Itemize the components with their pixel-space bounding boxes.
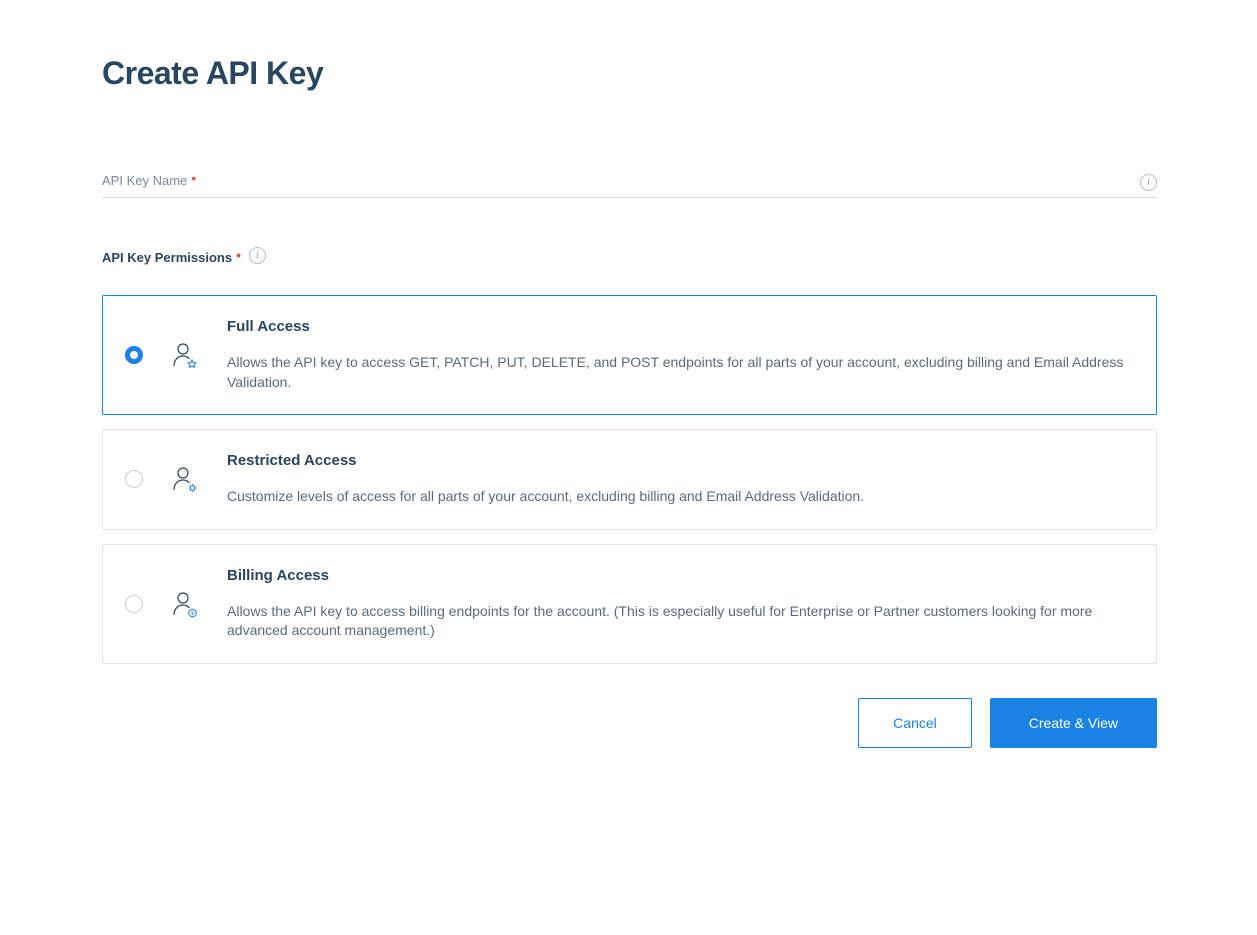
api-key-name-label: API Key Name•: [102, 172, 196, 188]
button-row: Cancel Create & View: [102, 698, 1157, 748]
cancel-button[interactable]: Cancel: [858, 698, 972, 748]
info-icon[interactable]: i: [1140, 174, 1157, 191]
permissions-label-row: API Key Permissions• i: [102, 248, 1157, 265]
api-key-permissions-label: API Key Permissions•: [102, 249, 241, 265]
permission-options: Full Access Allows the API key to access…: [102, 295, 1157, 664]
option-billing-access[interactable]: $ Billing Access Allows the API key to a…: [102, 544, 1157, 664]
create-view-button[interactable]: Create & View: [990, 698, 1157, 748]
api-key-name-input[interactable]: [102, 171, 1157, 198]
option-desc: Allows the API key to access GET, PATCH,…: [227, 353, 1134, 392]
option-restricted-access[interactable]: Restricted Access Customize levels of ac…: [102, 429, 1157, 530]
info-icon[interactable]: i: [249, 247, 266, 264]
api-key-name-field: API Key Name• i: [102, 172, 1157, 198]
radio-billing-access[interactable]: [125, 595, 143, 613]
user-star-icon: [171, 342, 197, 368]
radio-restricted-access[interactable]: [125, 470, 143, 488]
page-title: Create API Key: [102, 55, 1157, 92]
option-desc: Allows the API key to access billing end…: [227, 602, 1134, 641]
required-indicator: •: [236, 247, 241, 263]
svg-text:$: $: [191, 611, 194, 617]
required-indicator: •: [191, 170, 196, 186]
option-title: Billing Access: [227, 567, 1134, 584]
option-desc: Customize levels of access for all parts…: [227, 487, 1134, 507]
option-title: Restricted Access: [227, 452, 1134, 469]
option-full-access[interactable]: Full Access Allows the API key to access…: [102, 295, 1157, 415]
radio-full-access[interactable]: [125, 346, 143, 364]
option-title: Full Access: [227, 318, 1134, 335]
user-gear-icon: [171, 466, 197, 492]
user-dollar-icon: $: [171, 591, 197, 617]
